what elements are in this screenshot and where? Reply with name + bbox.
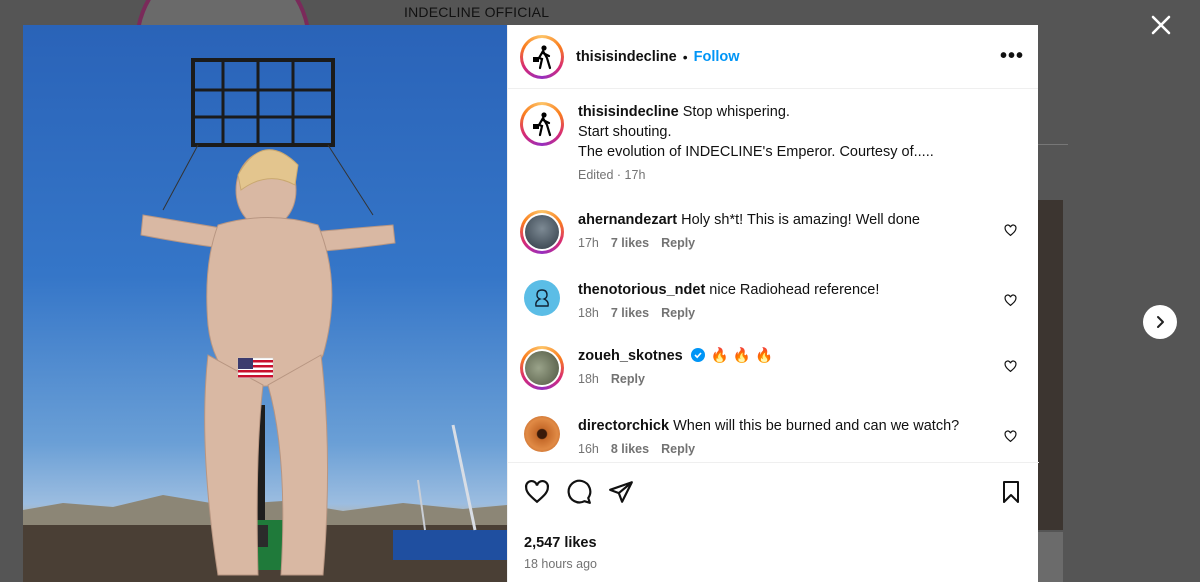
commenter-avatar[interactable]: [524, 416, 560, 452]
caption-line: Stop whispering.: [682, 104, 790, 120]
comment-username[interactable]: ahernandezart: [578, 212, 677, 228]
comment-likes[interactable]: 7 likes: [611, 236, 649, 250]
post-photo-illustration: [23, 58, 507, 582]
likes-count[interactable]: 2,547 likes: [524, 535, 1023, 551]
like-comment-heart-icon[interactable]: [1004, 430, 1017, 443]
like-comment-heart-icon[interactable]: [1004, 294, 1017, 307]
comment-likes[interactable]: 7 likes: [611, 306, 649, 320]
like-comment-heart-icon[interactable]: [1004, 224, 1017, 237]
caption-line: The evolution of INDECLINE's Emperor. Co…: [578, 144, 934, 160]
caption-username[interactable]: thisisindecline: [578, 104, 679, 120]
follow-button[interactable]: Follow: [694, 49, 740, 65]
caption-text: thisisindecline Stop whispering. Start sh…: [578, 102, 1025, 162]
comment-text: 🔥 🔥 🔥: [710, 348, 774, 364]
post-caption: thisisindecline Stop whispering. Start sh…: [520, 102, 1025, 182]
background-profile-name: INDECLINE OFFICIAL: [404, 4, 550, 20]
caption-avatar[interactable]: [520, 102, 564, 146]
caption-line: Start shouting.: [578, 124, 672, 140]
share-send-icon[interactable]: [608, 479, 634, 505]
comment-time[interactable]: 18h: [578, 372, 599, 386]
like-comment-heart-icon[interactable]: [1004, 360, 1017, 373]
comment-time[interactable]: 16h: [578, 442, 599, 456]
walking-figure-icon: [533, 44, 552, 69]
caption-meta: Edited · 17h: [578, 168, 1025, 182]
post-modal: thisisindecline • Follow ••• thisisindec…: [23, 25, 1039, 582]
verified-badge-icon: [690, 348, 705, 362]
chevron-right-icon: [1157, 316, 1164, 328]
comment-item: zoueh_skotnes 🔥 🔥 🔥 18h Reply: [520, 346, 1025, 390]
comment-item: thenotorious_ndet nice Radiohead referenc…: [520, 280, 1025, 320]
reply-button[interactable]: Reply: [661, 442, 695, 456]
post-image: [23, 25, 507, 582]
comment-time[interactable]: 17h: [578, 236, 599, 250]
like-heart-icon[interactable]: [524, 479, 550, 505]
commenter-avatar[interactable]: [524, 280, 560, 316]
caption-edited-time: Edited · 17h: [578, 168, 646, 182]
reply-button[interactable]: Reply: [661, 306, 695, 320]
comment-likes[interactable]: 8 likes: [611, 442, 649, 456]
reply-button[interactable]: Reply: [611, 372, 645, 386]
close-icon[interactable]: [1148, 14, 1174, 40]
commenter-avatar[interactable]: [520, 346, 564, 390]
comment-text: nice Radiohead reference!: [709, 282, 880, 298]
author-username[interactable]: thisisindecline: [576, 49, 677, 65]
post-header: thisisindecline • Follow •••: [508, 25, 1038, 89]
walking-figure-icon: [533, 112, 552, 137]
comment-username[interactable]: directorchick: [578, 418, 669, 434]
reply-button[interactable]: Reply: [661, 236, 695, 250]
background-divider: [1038, 144, 1068, 145]
comment-username[interactable]: thenotorious_ndet: [578, 282, 705, 298]
more-options-icon[interactable]: •••: [1000, 45, 1024, 68]
post-actions: 2,547 likes 18 hours ago: [508, 462, 1039, 582]
comment-time[interactable]: 18h: [578, 306, 599, 320]
comment-item: ahernandezart Holy sh*t! This is amazing!…: [520, 210, 1025, 254]
comment-text: Holy sh*t! This is amazing! Well done: [681, 212, 920, 228]
background-thumbnail[interactable]: [1038, 532, 1063, 582]
comments-list[interactable]: thisisindecline Stop whispering. Start sh…: [508, 90, 1039, 462]
comment-item: directorchick When will this be burned an…: [520, 416, 1025, 456]
separator-dot: •: [682, 48, 688, 65]
save-bookmark-icon[interactable]: [999, 479, 1023, 505]
comment-text: When will this be burned and can we watc…: [673, 418, 960, 434]
author-avatar[interactable]: [520, 34, 564, 79]
background-thumbnail[interactable]: [1038, 200, 1063, 530]
post-side-panel: thisisindecline • Follow ••• thisisindec…: [507, 25, 1039, 582]
comment-username[interactable]: zoueh_skotnes: [578, 348, 683, 364]
commenter-avatar[interactable]: [520, 210, 564, 254]
comment-bubble-icon[interactable]: [566, 479, 592, 505]
next-post-button[interactable]: [1143, 305, 1177, 339]
post-timestamp[interactable]: 18 hours ago: [524, 557, 1023, 571]
